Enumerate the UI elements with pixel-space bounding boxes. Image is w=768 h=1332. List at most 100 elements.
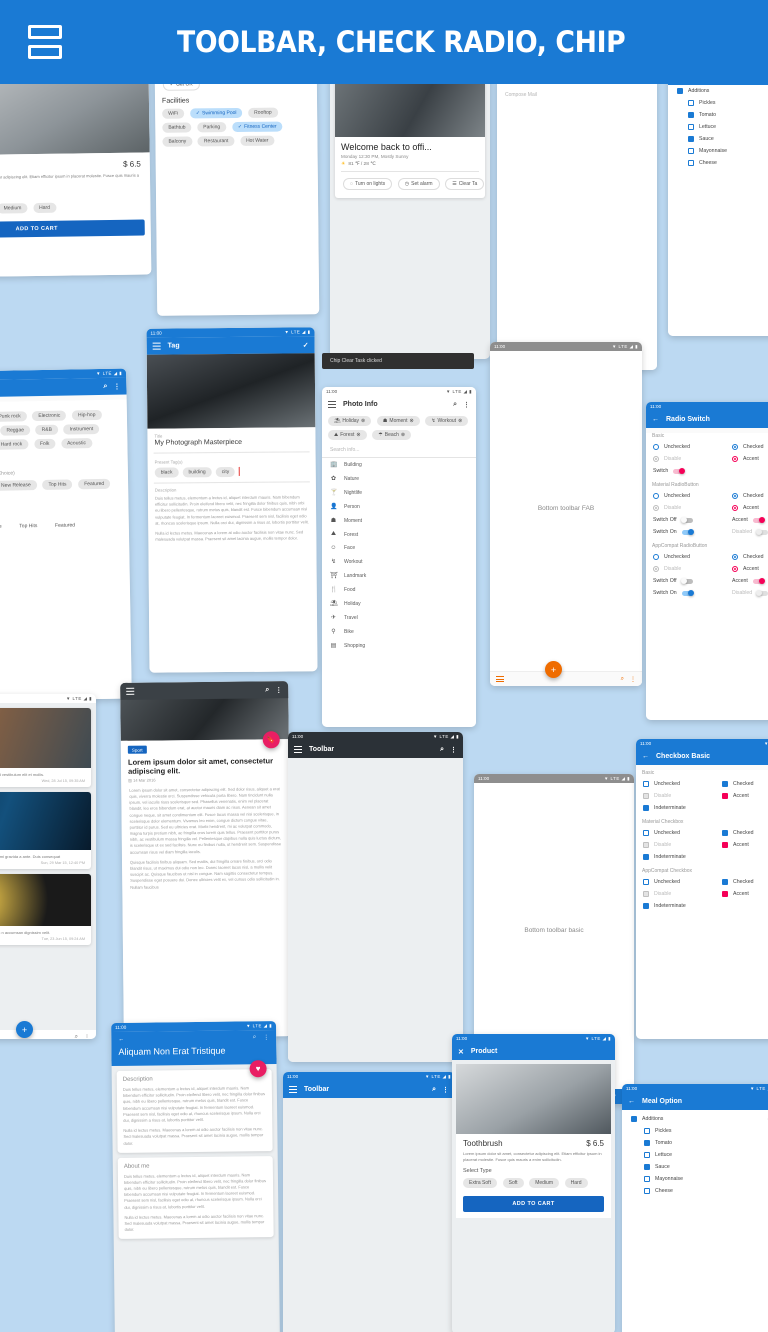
genre-chip[interactable]: Acoustic bbox=[60, 438, 93, 449]
facility-chip[interactable]: Bathtub bbox=[162, 122, 192, 133]
borderless-chip[interactable]: New Release bbox=[0, 522, 8, 533]
tag-chip[interactable]: building bbox=[182, 466, 212, 477]
switch-toggle-on[interactable] bbox=[681, 529, 694, 535]
search-icon[interactable]: ⌕ bbox=[432, 1086, 436, 1094]
genre-chip[interactable]: Punk rock bbox=[0, 411, 27, 422]
checkbox-row[interactable]: Accent bbox=[715, 888, 768, 900]
search-icon[interactable]: ⌕ bbox=[621, 676, 624, 683]
facility-chip-selected[interactable]: ✓ Swimming Pool bbox=[189, 107, 243, 119]
feed-card[interactable]: end ipsum sapien, vel molestie nibh n ac… bbox=[0, 874, 91, 945]
list-item[interactable]: ↯ Workout bbox=[322, 555, 476, 569]
genre-chip[interactable]: R&B bbox=[35, 424, 59, 436]
radio-unchecked[interactable] bbox=[653, 493, 659, 499]
checkbox-row[interactable]: Unchecked bbox=[636, 876, 715, 888]
checkbox-accent[interactable] bbox=[722, 793, 728, 799]
action-chip-clear[interactable]: ☰ Clear Ta bbox=[445, 177, 485, 190]
checkbox-row[interactable]: Indeterminate bbox=[636, 802, 715, 814]
checkbox-checked[interactable] bbox=[688, 136, 694, 142]
checkbox-unchecked[interactable] bbox=[643, 781, 649, 787]
switch-row[interactable]: Switch On bbox=[646, 587, 725, 599]
fab-add-button[interactable]: + bbox=[545, 661, 562, 678]
radio-row[interactable]: Checked bbox=[725, 490, 768, 502]
list-item[interactable]: ▤ Shopping bbox=[322, 639, 476, 653]
radio-row[interactable]: Accent bbox=[725, 502, 768, 514]
facility-chip[interactable]: Balcony bbox=[162, 136, 193, 147]
entry-chip[interactable]: ☗ Moment ⊗ bbox=[376, 416, 420, 426]
list-item[interactable]: 🍸 Nightlife bbox=[322, 486, 476, 500]
radio-accent[interactable] bbox=[732, 456, 738, 462]
checkbox-checked[interactable] bbox=[644, 1164, 650, 1170]
category-chip[interactable]: Top Hits bbox=[42, 479, 73, 490]
checkbox-row[interactable]: Unchecked bbox=[636, 778, 715, 790]
overflow-menu-icon[interactable]: ⋮ bbox=[275, 686, 282, 694]
switch-toggle-accent[interactable] bbox=[752, 578, 765, 584]
get-ok-chip[interactable]: ✓ Get OK bbox=[162, 84, 200, 91]
overflow-menu-icon[interactable]: ⋮ bbox=[84, 1034, 90, 1040]
list-item[interactable]: ☗ Moment bbox=[322, 514, 476, 528]
facility-chip[interactable]: Hot Water bbox=[240, 135, 275, 146]
switch-toggle-accent[interactable] bbox=[752, 517, 765, 523]
checkbox[interactable] bbox=[688, 100, 694, 106]
hamburger-icon[interactable] bbox=[126, 687, 135, 696]
overflow-menu-icon[interactable]: ⋮ bbox=[450, 746, 457, 754]
back-icon[interactable]: ← bbox=[628, 1098, 635, 1105]
radio-row[interactable]: Unchecked bbox=[646, 490, 725, 502]
genre-chip[interactable]: Reggae bbox=[0, 425, 31, 436]
feed-card[interactable]: C ante et purus auctor iaculis at sed ve… bbox=[0, 708, 91, 787]
action-chip-alarm[interactable]: ◷ Set alarm bbox=[397, 177, 440, 190]
switch-toggle[interactable] bbox=[673, 468, 686, 474]
close-icon[interactable]: ⊗ bbox=[401, 432, 405, 438]
checkbox-accent[interactable] bbox=[722, 842, 728, 848]
meal-item-row[interactable]: Tomato bbox=[622, 1137, 768, 1149]
category-chip[interactable]: New Release bbox=[0, 480, 37, 491]
list-item[interactable]: ⛰ Forest bbox=[322, 528, 476, 542]
meal-item-row[interactable]: Lettuce bbox=[668, 121, 768, 133]
facility-chip[interactable]: WiFi bbox=[162, 108, 185, 119]
radio-row[interactable]: Checked bbox=[725, 551, 768, 563]
search-input[interactable]: Search info... bbox=[322, 443, 476, 457]
search-icon[interactable]: ⌕ bbox=[453, 401, 457, 409]
checkbox-checked[interactable] bbox=[722, 781, 728, 787]
list-item[interactable]: ⛩ Landmark bbox=[322, 569, 476, 583]
hamburger-icon[interactable] bbox=[328, 400, 336, 409]
genre-chip[interactable]: Instrument bbox=[63, 423, 100, 435]
radio-checked[interactable] bbox=[732, 493, 738, 499]
hamburger-icon[interactable] bbox=[289, 1085, 297, 1094]
compose-placeholder[interactable]: Compose Mail bbox=[497, 84, 657, 102]
switch-toggle-off[interactable] bbox=[680, 517, 693, 523]
overflow-menu-icon[interactable]: ⋮ bbox=[113, 382, 120, 390]
checkbox-row[interactable]: Checked bbox=[715, 827, 768, 839]
search-icon[interactable]: ⌕ bbox=[103, 382, 107, 390]
grid-menu-icon[interactable] bbox=[28, 25, 62, 59]
meal-item-row[interactable]: Cheese bbox=[668, 157, 768, 169]
switch-row[interactable]: Accent bbox=[725, 575, 768, 587]
close-icon[interactable]: ⊗ bbox=[361, 418, 365, 424]
list-item[interactable]: ✿ Nature bbox=[322, 472, 476, 486]
checkbox-row[interactable]: Accent bbox=[715, 790, 768, 802]
radio-accent[interactable] bbox=[732, 505, 738, 511]
confirm-check-icon[interactable]: ✓ bbox=[303, 341, 309, 349]
checkbox-indeterminate[interactable] bbox=[643, 903, 649, 909]
overflow-menu-icon[interactable]: ⋮ bbox=[442, 1086, 449, 1094]
genre-chip[interactable]: Electronic bbox=[32, 410, 67, 422]
type-chip[interactable]: Medium bbox=[529, 1178, 559, 1188]
category-chip[interactable]: Featured bbox=[78, 478, 111, 490]
tag-chip[interactable]: city bbox=[215, 466, 236, 477]
overflow-menu-icon[interactable]: ⋮ bbox=[263, 1034, 269, 1041]
back-icon[interactable]: ← bbox=[652, 416, 659, 423]
hamburger-icon[interactable] bbox=[496, 674, 504, 683]
borderless-chip[interactable]: Top Hits bbox=[13, 521, 43, 532]
radio-unchecked[interactable] bbox=[653, 444, 659, 450]
list-item[interactable]: ⚲ Bike bbox=[322, 625, 476, 639]
checkbox-indeterminate[interactable] bbox=[631, 1116, 637, 1122]
back-icon[interactable]: ← bbox=[642, 753, 649, 760]
borderless-chip[interactable]: Featured bbox=[49, 520, 81, 531]
list-item[interactable]: ⛱ Holiday bbox=[322, 597, 476, 611]
type-chip[interactable]: Hard bbox=[564, 1178, 588, 1188]
checkbox-indeterminate[interactable] bbox=[643, 805, 649, 811]
entry-chip[interactable]: ⛰ Forest ⊗ bbox=[328, 430, 367, 440]
switch-row[interactable]: Switch Off bbox=[646, 514, 725, 526]
feed-card[interactable]: rtis velit, in eu turpis euismod dolor m… bbox=[0, 792, 91, 869]
add-to-cart-button[interactable]: ADD TO CART bbox=[0, 219, 145, 239]
entry-chip[interactable]: ☂ Beach ⊗ bbox=[372, 430, 412, 440]
